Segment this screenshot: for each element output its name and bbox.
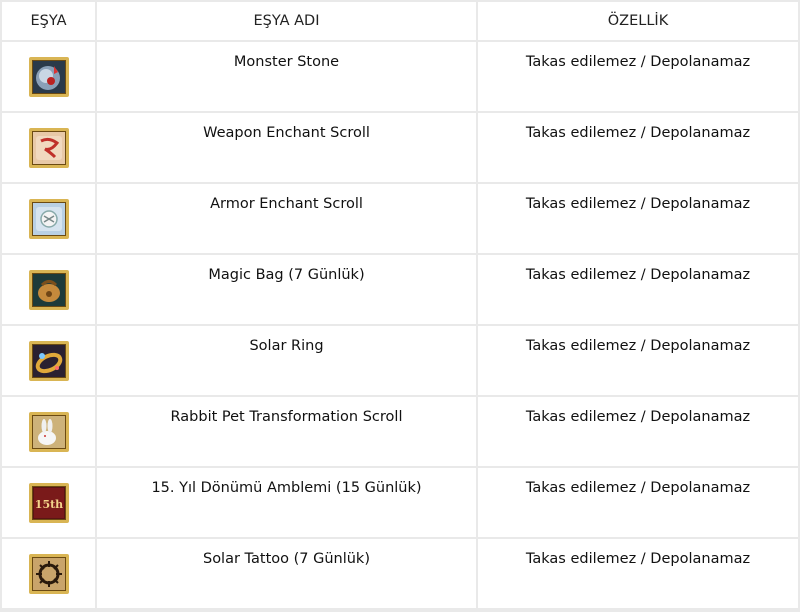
table-row-feature: Takas edilemez / Depolanamaz <box>478 255 798 324</box>
weapon-enchant-scroll-icon <box>28 127 69 168</box>
table-row-name: Solar Ring <box>97 326 476 395</box>
table-row-feature: Takas edilemez / Depolanamaz <box>478 539 798 608</box>
badge-text: 15th <box>34 498 62 511</box>
table-row-icon-cell: 15th <box>2 468 95 537</box>
table-row-name: Magic Bag (7 Günlük) <box>97 255 476 324</box>
magic-bag-icon <box>28 269 69 310</box>
table-row-feature: Takas edilemez / Depolanamaz <box>478 468 798 537</box>
table-row-icon-cell <box>2 42 95 111</box>
table-row-name: 15. Yıl Dönümü Amblemi (15 Günlük) <box>97 468 476 537</box>
table-row-name: Monster Stone <box>97 42 476 111</box>
items-table: EŞYA EŞYA ADI ÖZELLİK Monster Stone Taka… <box>0 0 800 612</box>
table-row-feature: Takas edilemez / Depolanamaz <box>478 326 798 395</box>
rabbit-icon <box>28 411 69 452</box>
header-feature: ÖZELLİK <box>478 2 798 40</box>
table-row-icon-cell <box>2 539 95 608</box>
table-row-icon-cell <box>2 397 95 466</box>
table-row-name: Rabbit Pet Transformation Scroll <box>97 397 476 466</box>
table-row-icon-cell <box>2 113 95 182</box>
table-row-name: Solar Tattoo (7 Günlük) <box>97 539 476 608</box>
monster-stone-icon <box>28 56 69 97</box>
header-item: EŞYA <box>2 2 95 40</box>
solar-tattoo-icon <box>28 553 69 594</box>
table-row-name: Weapon Enchant Scroll <box>97 113 476 182</box>
solar-ring-icon <box>28 340 69 381</box>
table-row-feature: Takas edilemez / Depolanamaz <box>478 113 798 182</box>
table-row-feature: Takas edilemez / Depolanamaz <box>478 42 798 111</box>
table-row-feature: Takas edilemez / Depolanamaz <box>478 184 798 253</box>
anniversary-emblem-icon: 15th <box>28 482 69 523</box>
armor-enchant-scroll-icon <box>28 198 69 239</box>
table-row-name: Armor Enchant Scroll <box>97 184 476 253</box>
table-row-icon-cell <box>2 184 95 253</box>
table-row-icon-cell <box>2 326 95 395</box>
header-name: EŞYA ADI <box>97 2 476 40</box>
table-row-icon-cell <box>2 255 95 324</box>
table-row-feature: Takas edilemez / Depolanamaz <box>478 397 798 466</box>
